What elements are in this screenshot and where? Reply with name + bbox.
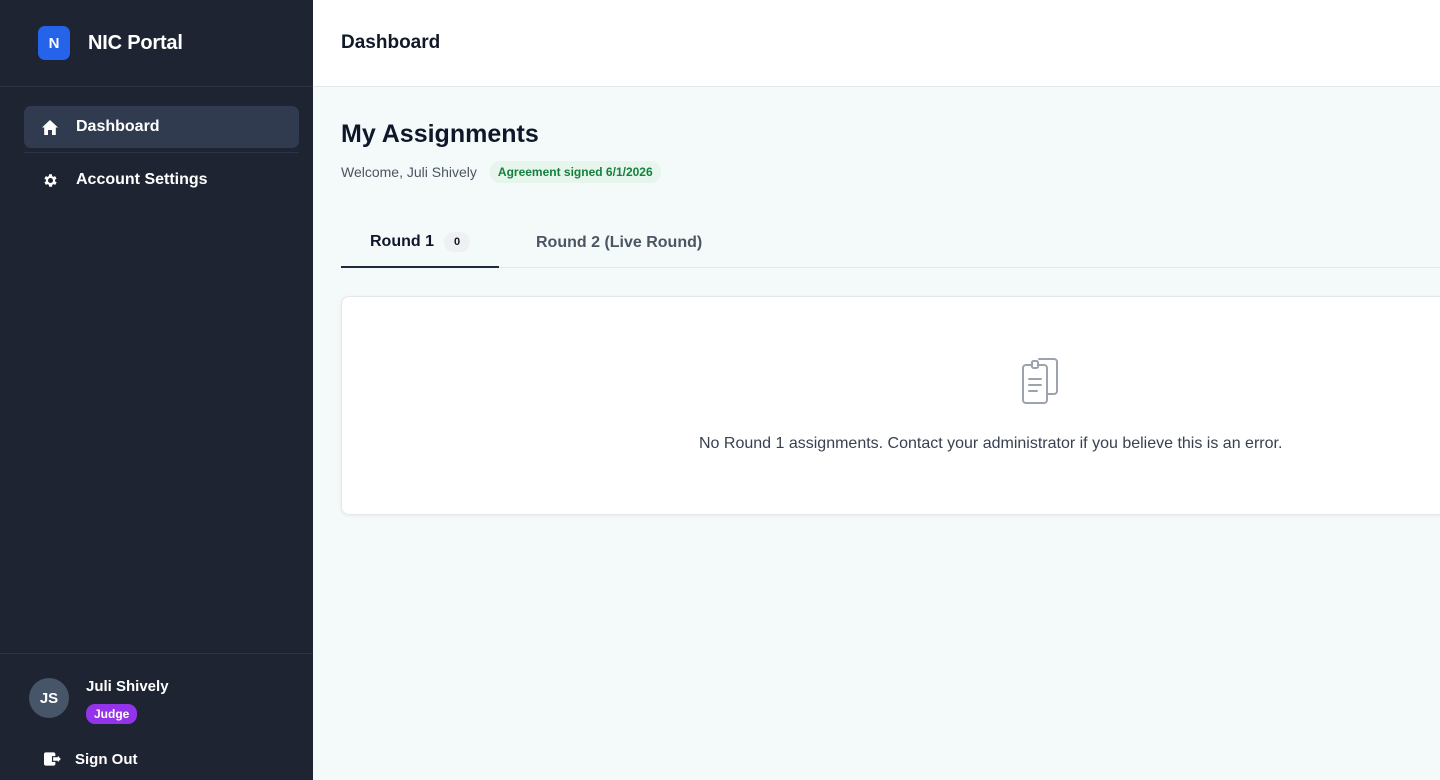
sidebar-item-account-settings[interactable]: Account Settings xyxy=(24,159,299,201)
empty-state-message: No Round 1 assignments. Contact your adm… xyxy=(699,435,1283,452)
gear-icon xyxy=(41,171,59,189)
sidebar-item-dashboard[interactable]: Dashboard xyxy=(24,106,299,148)
agreement-status-badge: Agreement signed 6/1/2026 xyxy=(489,161,661,183)
tab-label: Round 2 (Live Round) xyxy=(536,233,703,251)
sign-out-button[interactable]: Sign Out xyxy=(44,750,138,768)
round-tabs: Round 1 0 Round 2 (Live Round) xyxy=(341,218,1440,268)
user-name: Juli Shively xyxy=(86,678,169,695)
tab-label: Round 1 xyxy=(370,233,434,250)
brand-title: NIC Portal xyxy=(88,31,183,54)
sign-out-icon xyxy=(44,750,62,768)
sign-out-label: Sign Out xyxy=(75,750,138,768)
brand: N NIC Portal xyxy=(0,0,313,87)
sidebar: N NIC Portal Dashboard Account Settings … xyxy=(0,0,313,780)
clipboard-icon xyxy=(1019,355,1063,412)
sidebar-item-label: Dashboard xyxy=(76,118,160,135)
page-title: My Assignments xyxy=(341,120,539,148)
tab-round-2[interactable]: Round 2 (Live Round) xyxy=(499,218,702,267)
tab-round-1[interactable]: Round 1 0 xyxy=(341,218,499,268)
home-icon xyxy=(41,118,59,136)
empty-state-card: No Round 1 assignments. Contact your adm… xyxy=(341,296,1440,515)
welcome-text: Welcome, Juli Shively xyxy=(341,164,477,180)
page-header-title: Dashboard xyxy=(341,32,441,53)
role-badge: Judge xyxy=(86,704,138,724)
user-profile: JS Juli Shively Judge Sign Out xyxy=(0,653,313,780)
brand-logo: N xyxy=(38,26,70,60)
welcome-line: Welcome, Juli Shively Agreement signed 6… xyxy=(341,161,661,183)
sidebar-item-label: Account Settings xyxy=(76,171,208,188)
nav-divider xyxy=(24,152,299,153)
avatar: JS xyxy=(29,678,69,718)
sidebar-nav: Dashboard Account Settings xyxy=(0,87,313,201)
tab-count-badge: 0 xyxy=(444,232,470,252)
top-bar: Dashboard xyxy=(313,0,1440,87)
